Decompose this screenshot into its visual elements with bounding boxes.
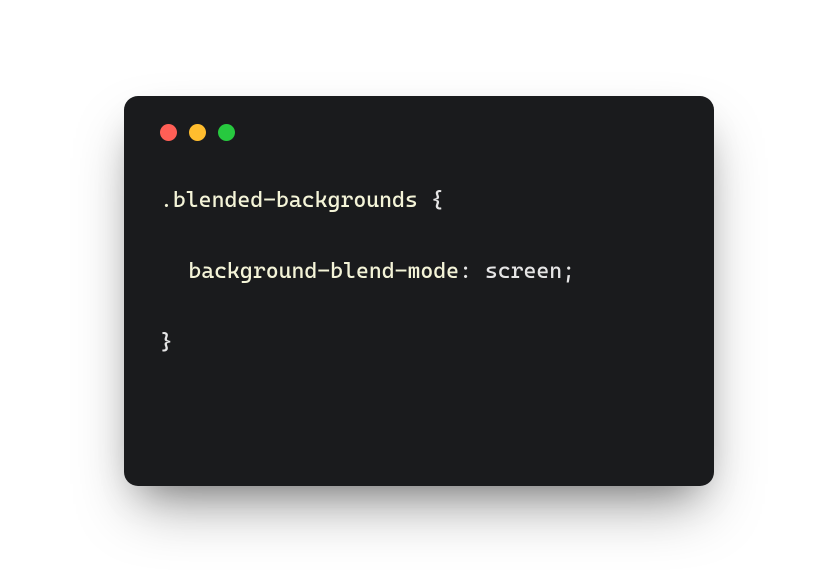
maximize-icon[interactable] (218, 124, 235, 141)
css-value: screen (485, 259, 562, 284)
colon: : (459, 259, 485, 284)
css-selector: .blended-backgrounds (160, 188, 418, 213)
code-line-selector: .blended-backgrounds { (160, 183, 678, 218)
code-line-declaration: background-blend-mode: screen; (160, 254, 678, 289)
open-brace: { (418, 188, 444, 213)
css-property: background-blend-mode (188, 259, 459, 284)
code-window: .blended-backgrounds { background-blend-… (124, 96, 714, 486)
window-controls (160, 124, 678, 141)
semicolon: ; (562, 259, 575, 284)
close-icon[interactable] (160, 124, 177, 141)
code-block: .blended-backgrounds { background-blend-… (160, 183, 678, 361)
code-line-close: } (160, 325, 678, 360)
close-brace: } (160, 330, 173, 355)
minimize-icon[interactable] (189, 124, 206, 141)
